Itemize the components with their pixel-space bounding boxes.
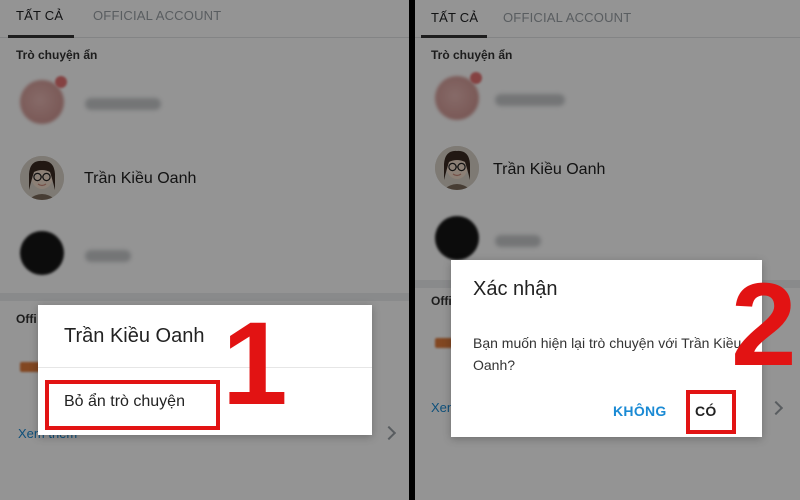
dialog-title: Xác nhận — [473, 278, 558, 300]
highlight-box-yes — [686, 390, 736, 434]
dialog-message: Bạn muốn hiện lại trò chuyện với Trần Ki… — [473, 335, 742, 373]
step-number-1: 1 — [222, 298, 288, 430]
no-button[interactable]: KHÔNG — [613, 403, 667, 419]
step-number-2: 2 — [731, 259, 797, 391]
highlight-box-unhide — [45, 380, 220, 430]
dialog-title: Trần Kiều Oanh — [64, 325, 205, 347]
left-screen: TẤT CẢ OFFICIAL ACCOUNT Trò chuyện ẩn Tr… — [0, 0, 409, 500]
right-screen: TẤT CẢ OFFICIAL ACCOUNT Trò chuyện ẩn Tr… — [415, 0, 800, 500]
dialog-divider — [38, 367, 372, 368]
